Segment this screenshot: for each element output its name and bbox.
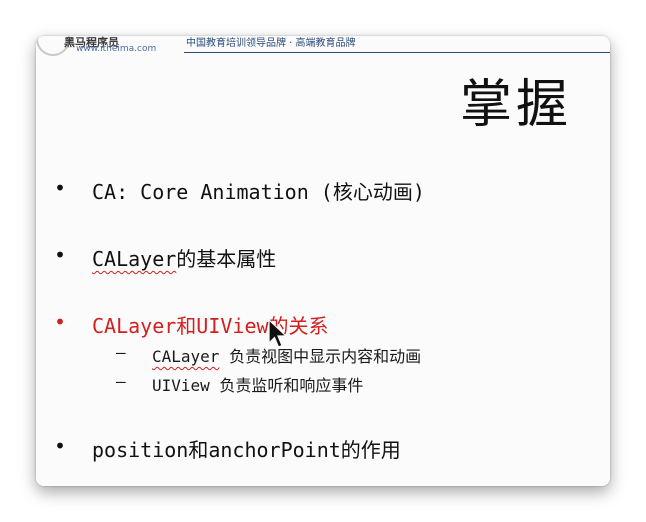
logo-url: www.itheima.com [76, 44, 157, 54]
bullet-part-uiview: UIView [196, 314, 269, 338]
sub-bullet-rest: 负责视图中显示内容和动画 [219, 347, 422, 366]
bullet-mid: 和 [188, 438, 209, 462]
video-frame: 黑马程序员 www.itheima.com 中国教育培训领导品牌 · 高端教育品… [36, 36, 610, 486]
sub-bullet-rest: 负责监听和响应事件 [209, 376, 364, 395]
presentation-slide: 黑马程序员 www.itheima.com 中国教育培训领导品牌 · 高端教育品… [36, 36, 610, 486]
header-divider [184, 52, 610, 53]
bullet-text: CALayer的基本属性 [92, 243, 276, 272]
bullet-marker: • [54, 176, 67, 200]
bullet-text: position和anchorPoint的作用 [92, 434, 401, 463]
bullet-marker: • [54, 434, 67, 458]
sub-bullet-marker: – [116, 343, 126, 362]
bullet-part-calayer: CALayer [92, 314, 177, 338]
bullet-marker: • [54, 310, 67, 334]
sub-bullet-text: UIView 负责监听和响应事件 [152, 372, 363, 396]
bullet-text: CALayer和UIView的关系 [92, 310, 329, 339]
mouse-pointer-icon [268, 319, 288, 348]
slide-header: 黑马程序员 www.itheima.com 中国教育培训领导品牌 · 高端教育品… [36, 36, 610, 64]
slide-title: 掌握 [459, 75, 572, 135]
bullet-marker: • [54, 243, 67, 267]
bullet-code-position: position [92, 438, 189, 462]
bullet-rest: 的作用 [340, 438, 401, 462]
sub-bullet-marker: – [116, 372, 126, 391]
sub-bullet-code: CALayer [152, 347, 220, 366]
bullet-text: CA: Core Animation (核心动画) [92, 180, 425, 204]
bullet-part-and: 和 [176, 314, 197, 338]
bullet-code: CALayer [92, 247, 177, 271]
sub-bullet-code: UIView [152, 376, 210, 395]
bullet-code-anchorpoint: anchorPoint [208, 438, 341, 462]
bullet-rest: 的基本属性 [176, 247, 277, 271]
header-slogan: 中国教育培训领导品牌 · 高端教育品牌 [186, 38, 356, 49]
